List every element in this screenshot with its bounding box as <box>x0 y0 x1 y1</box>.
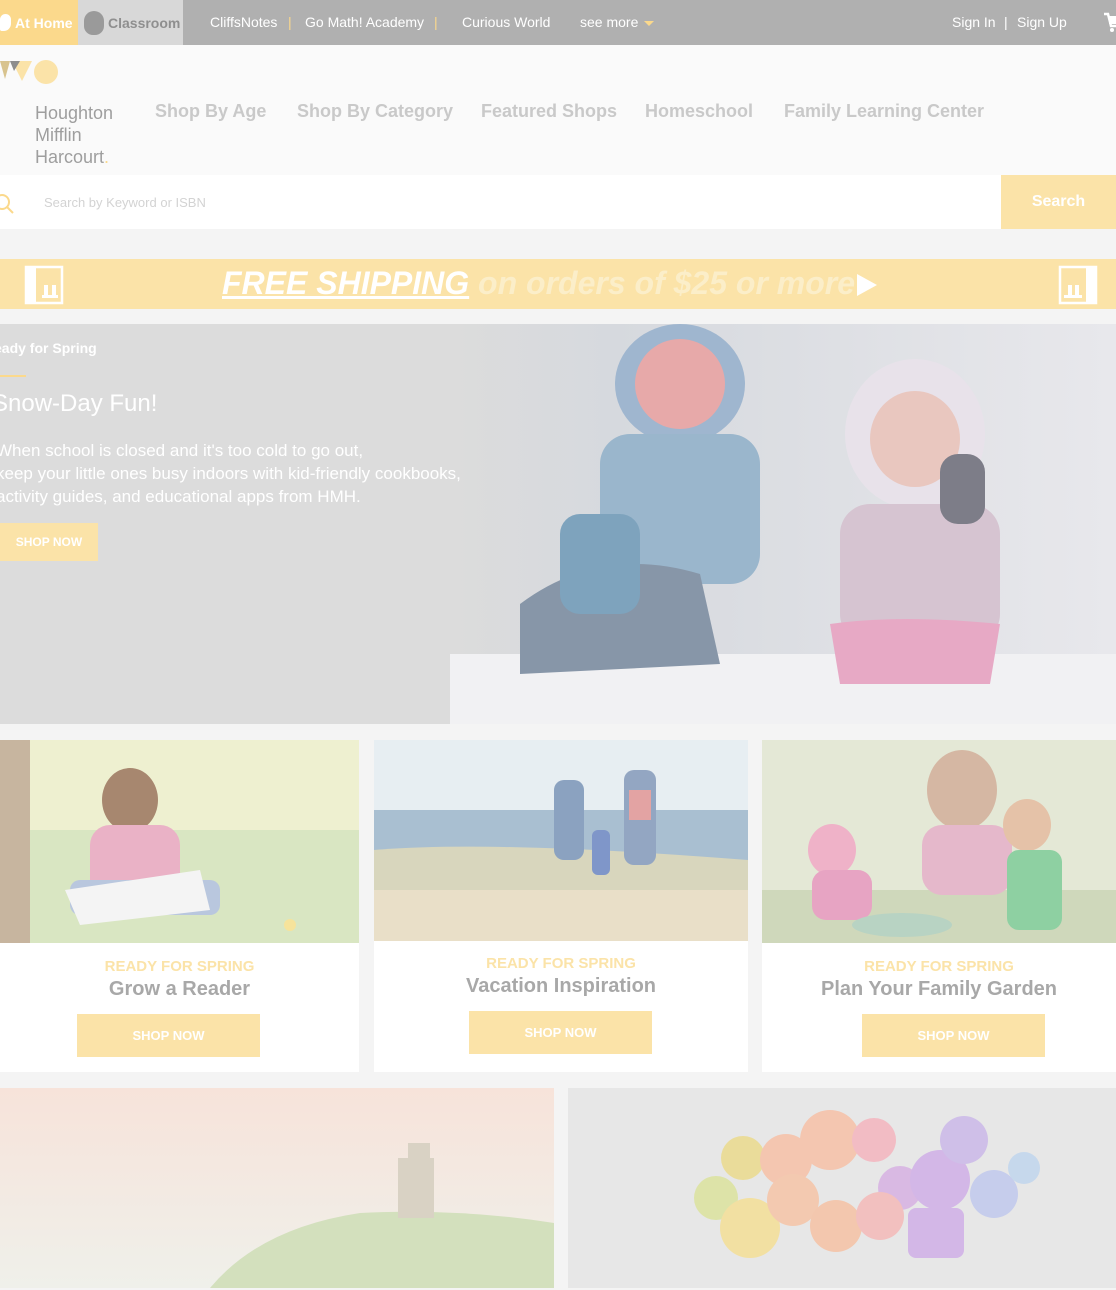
caret-down-icon <box>644 20 655 26</box>
logo-dot: . <box>104 147 110 167</box>
hero-shop-now-button[interactable]: SHOP NOW <box>0 523 98 561</box>
banner-illustration <box>568 1088 1116 1288</box>
link-go-math-academy[interactable]: Go Math! Academy <box>305 0 424 45</box>
search-bar: Search <box>0 175 1116 229</box>
link-cliffsnotes[interactable]: CliffsNotes <box>210 0 277 45</box>
search-button[interactable]: Search <box>1001 175 1116 229</box>
separator: | <box>434 14 438 30</box>
card-kicker: READY FOR SPRING <box>104 958 255 975</box>
tab-classroom[interactable]: Classroom <box>78 0 183 45</box>
logo-line: Houghton <box>35 103 114 123</box>
tab-classroom-label: Classroom <box>108 14 181 31</box>
see-more-dropdown[interactable]: see more <box>580 0 655 45</box>
promo-card-grow-a-reader: READY FOR SPRING Grow a Reader SHOP NOW <box>0 740 359 1072</box>
cart-icon[interactable] <box>1104 11 1116 33</box>
hero-photo <box>0 324 1116 724</box>
hero-description: When school is closed and it's too cold … <box>0 439 476 508</box>
separator: | <box>1004 14 1008 30</box>
logo-wordmark: Houghton Mifflin Harcourt. <box>35 102 113 168</box>
search-input[interactable] <box>30 175 990 229</box>
nav-featured-shops[interactable]: Featured Shops <box>481 101 617 122</box>
hero-banner: eady for Spring Snow-Day Fun! When schoo… <box>0 324 1116 724</box>
card-photo[interactable] <box>374 740 748 941</box>
site-header: Houghton Mifflin Harcourt. Shop By Age S… <box>0 45 1116 175</box>
building-icon <box>24 265 64 305</box>
banner-photo <box>0 1088 554 1288</box>
nav-homeschool[interactable]: Homeschool <box>645 101 753 122</box>
logo-line: Harcourt. <box>35 146 113 168</box>
sign-up-link[interactable]: Sign Up <box>1017 0 1067 45</box>
card-kicker: READY FOR SPRING <box>486 955 636 972</box>
logo-line: Mifflin <box>35 125 82 145</box>
home-icon <box>0 14 11 31</box>
hero-description-line: keep your little ones busy indoors with … <box>0 464 461 483</box>
feature-banner-apps[interactable] <box>568 1088 1116 1288</box>
feature-banner-travel[interactable] <box>0 1088 554 1288</box>
nav-shop-by-category[interactable]: Shop By Category <box>297 101 453 122</box>
card-shop-now-button[interactable]: SHOP NOW <box>862 1014 1045 1057</box>
promo-free-shipping: FREE SHIPPING <box>222 265 470 301</box>
building-icon <box>1058 265 1098 305</box>
nav-family-learning-center[interactable]: Family Learning Center <box>784 101 984 122</box>
link-curious-world[interactable]: Curious World <box>462 0 550 45</box>
hero-description-line: activity guides, and educational apps fr… <box>0 487 361 506</box>
card-kicker: READY FOR SPRING <box>864 958 1014 975</box>
promo-card-vacation-inspiration: READY FOR SPRING Vacation Inspiration SH… <box>374 740 748 1072</box>
card-title: Vacation Inspiration <box>465 975 657 997</box>
hmh-logo[interactable]: Houghton Mifflin Harcourt. <box>0 59 125 167</box>
card-shop-now-button[interactable]: SHOP NOW <box>469 1011 652 1054</box>
search-icon <box>0 194 14 214</box>
play-arrow-icon <box>857 274 877 296</box>
free-shipping-banner[interactable]: FREE SHIPPING on orders of $25 or more <box>0 259 1116 309</box>
card-title: Grow a Reader <box>108 978 251 1000</box>
card-title: Plan Your Family Garden <box>821 978 1057 1000</box>
nav-shop-by-age[interactable]: Shop By Age <box>155 101 266 122</box>
utility-bar: At Home Classroom CliffsNotes | Go Math!… <box>0 0 1116 45</box>
tab-at-home-label: At Home <box>15 14 73 31</box>
apple-icon <box>84 10 104 35</box>
see-more-label: see more <box>580 14 639 30</box>
separator: | <box>288 14 292 30</box>
tab-at-home[interactable]: At Home <box>0 0 78 45</box>
card-photo[interactable] <box>762 740 1116 943</box>
hero-kicker: eady for Spring <box>0 340 97 356</box>
promo-rest: on orders of $25 or more <box>478 265 856 301</box>
promo-text: FREE SHIPPING on orders of $25 or more <box>222 265 855 302</box>
sign-in-link[interactable]: Sign In <box>952 0 996 45</box>
logo-mark-icon <box>0 60 58 84</box>
hero-description-line: When school is closed and it's too cold … <box>0 441 364 460</box>
hero-title: Snow-Day Fun! <box>0 390 158 417</box>
hero-divider <box>0 375 26 377</box>
card-shop-now-button[interactable]: SHOP NOW <box>77 1014 260 1057</box>
promo-card-plan-your-family-garden: READY FOR SPRING Plan Your Family Garden… <box>762 740 1116 1072</box>
card-photo[interactable] <box>0 740 359 943</box>
logo-line-text: Harcourt <box>35 147 105 167</box>
